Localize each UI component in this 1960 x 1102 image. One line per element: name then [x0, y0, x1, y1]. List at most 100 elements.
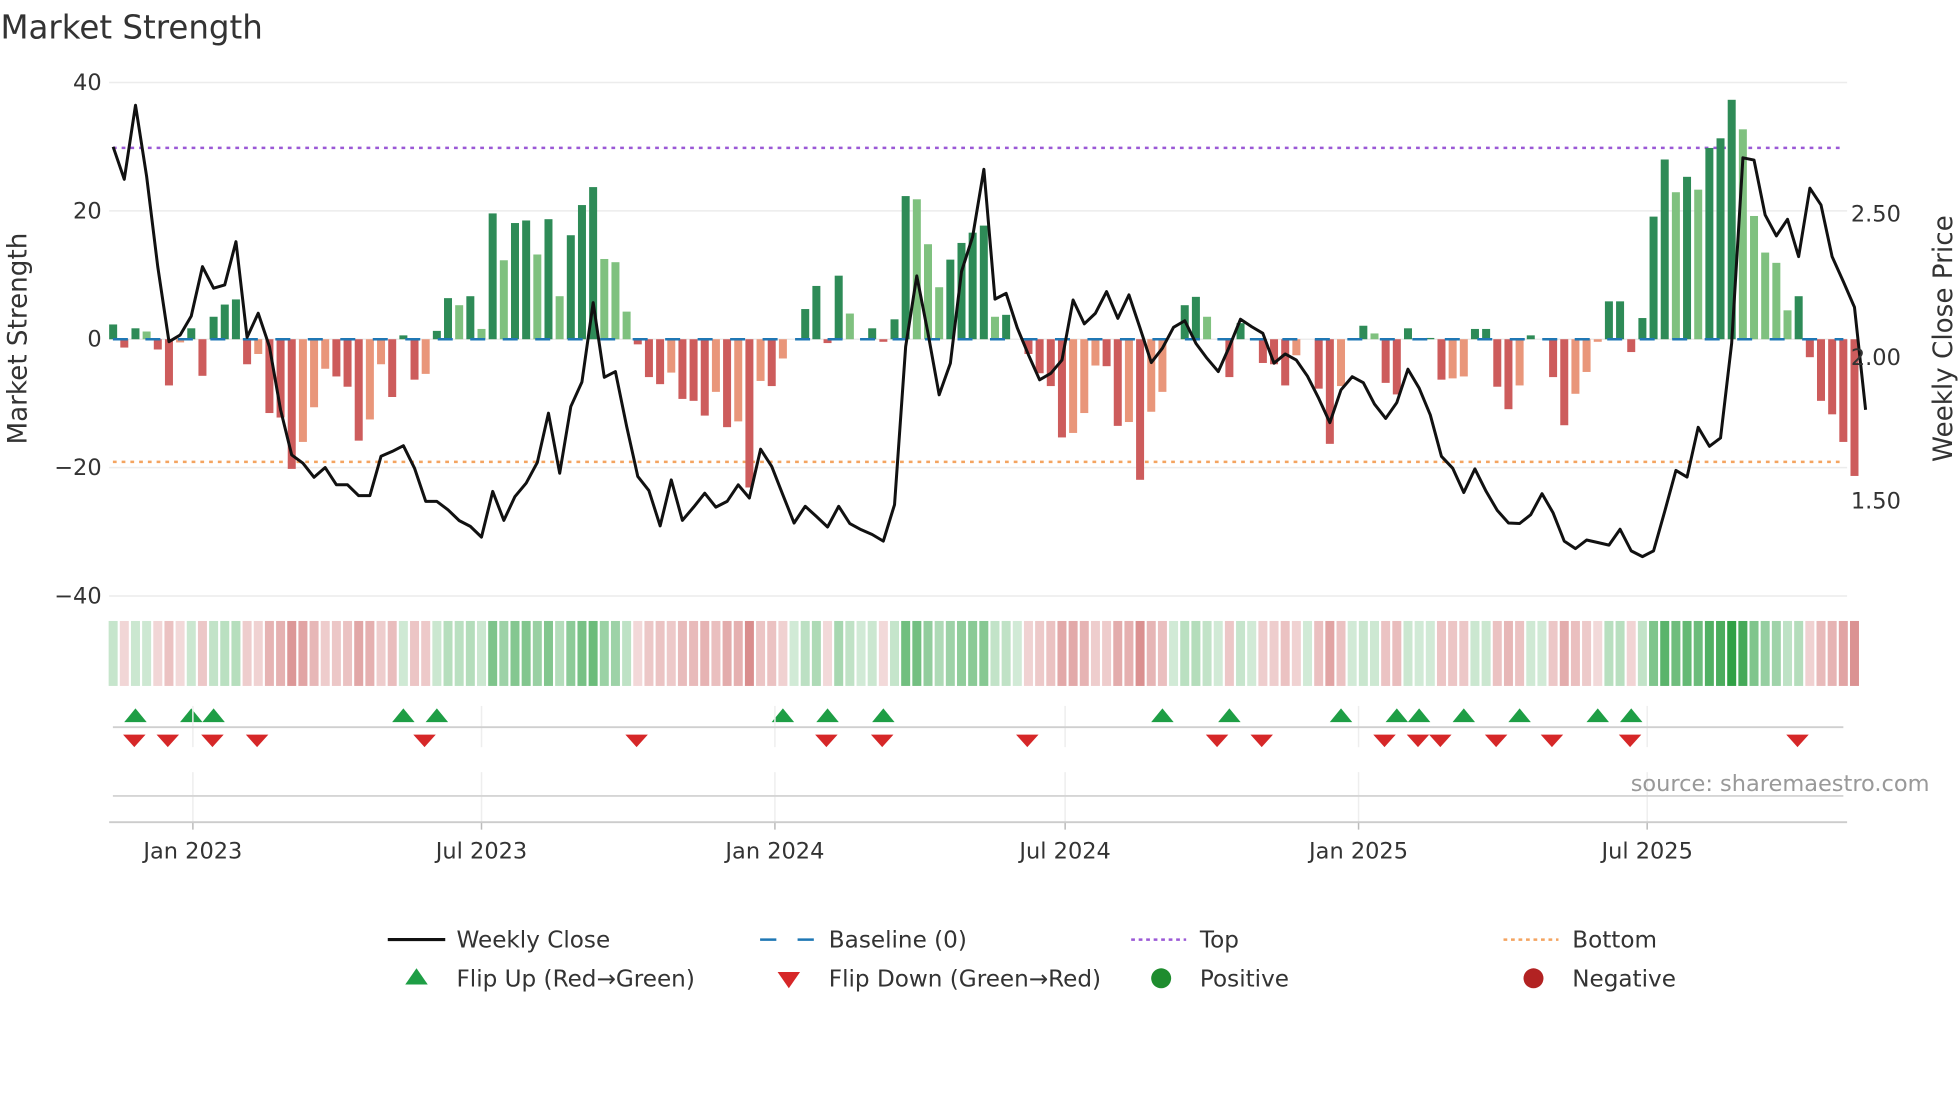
- positive-strength-bar: [488, 213, 497, 340]
- positive-strength-bar: [109, 324, 118, 340]
- x-tick-label: Jul 2025: [1599, 838, 1692, 864]
- heat-strip-cell: [1816, 620, 1826, 686]
- heat-strip-cell: [521, 620, 531, 686]
- heat-strip-cell: [1515, 620, 1525, 686]
- positive-strength-bar: [577, 205, 586, 340]
- heat-strip-cell: [454, 620, 464, 686]
- negative-strength-bar: [1582, 339, 1591, 372]
- positive-strength-bar: [1750, 215, 1759, 340]
- heat-strip-cell: [655, 620, 665, 686]
- heat-strip-cell: [1001, 620, 1011, 686]
- heat-strip-cell: [1794, 620, 1804, 686]
- positive-strength-bar: [600, 258, 609, 340]
- positive-strength-bar: [1616, 301, 1625, 340]
- negative-strength-bar: [1549, 339, 1558, 378]
- negative-strength-bar: [1281, 339, 1290, 386]
- heat-strip-cell: [1481, 620, 1491, 686]
- heat-strip-cell: [1035, 620, 1045, 686]
- heat-strip-cell: [543, 620, 553, 686]
- negative-strength-bar: [1292, 339, 1301, 356]
- heat-strip-cell: [119, 620, 129, 686]
- heat-strip-cell: [778, 620, 788, 686]
- heat-strip-cell: [979, 620, 989, 686]
- positive-strength-bar: [544, 219, 553, 340]
- y2-tick-label: 1.50: [1851, 489, 1901, 515]
- heat-strip-cell: [1202, 620, 1212, 686]
- heat-strip-cell: [744, 620, 754, 686]
- positive-strength-bar: [1705, 147, 1714, 340]
- flip-up-marker: [1508, 708, 1531, 723]
- heat-strip-cell: [1448, 620, 1458, 686]
- positive-strength-bar: [1203, 316, 1212, 340]
- negative-strength-bar: [1448, 339, 1457, 379]
- negative-strength-bar: [1080, 339, 1089, 414]
- heat-strip-cell: [209, 620, 219, 686]
- positive-strength-bar: [1649, 216, 1658, 340]
- heat-strip-cell: [142, 620, 152, 686]
- positive-strength-bar: [1660, 159, 1669, 340]
- heat-strip-cell: [633, 620, 643, 686]
- positive-strength-bar: [466, 296, 475, 340]
- heat-strip-cell: [722, 620, 732, 686]
- heat-strip-cell: [834, 620, 844, 686]
- positive-strength-bar: [1470, 328, 1479, 340]
- heat-strip-cell: [510, 620, 520, 686]
- negative-strength-bar: [1816, 339, 1825, 401]
- positive-strength-bar: [1002, 314, 1011, 340]
- heat-strip-cell: [1336, 620, 1346, 686]
- negative-strength-bar: [1102, 339, 1111, 367]
- positive-strength-bar: [1683, 176, 1692, 340]
- heat-strip-cell: [1682, 620, 1692, 686]
- positive-strength-bar: [510, 223, 519, 340]
- flip-down-marker: [815, 734, 838, 748]
- negative-strength-bar: [243, 339, 252, 365]
- heat-strip-cell: [1805, 620, 1815, 686]
- heat-strip-cell: [566, 620, 576, 686]
- x-axis: Jan 2023 Jul 2023 Jan 2024 Jul 2024 Jan 2025…: [109, 705, 1848, 864]
- heat-strip-cell: [1102, 620, 1112, 686]
- heat-strip-cell: [264, 620, 274, 686]
- heat-strip-cell: [1291, 620, 1301, 686]
- heat-strip-cell: [599, 620, 609, 686]
- legend: Weekly Close Baseline (0) Top Bottom Flip Up…: [387, 928, 1676, 992]
- negative-strength-bar: [365, 339, 374, 420]
- heat-strip-cell: [1146, 620, 1156, 686]
- negative-strength-bar: [410, 339, 419, 380]
- flip-down-marker: [1205, 734, 1229, 748]
- positive-strength-bar: [901, 196, 910, 340]
- positive-strength-bar: [1671, 192, 1680, 340]
- y-axis-label: Market Strength: [4, 233, 34, 445]
- negative-strength-bar: [1504, 339, 1513, 410]
- positive-strength-bar: [1370, 333, 1379, 340]
- negative-strength-bar: [723, 339, 732, 428]
- y2-axis-label: Weekly Close Price: [1929, 215, 1959, 462]
- negative-strength-bar: [1593, 339, 1602, 342]
- negative-strength-bar: [1515, 339, 1524, 386]
- negative-strength-bar: [1571, 339, 1580, 394]
- negative-strength-bar: [388, 339, 397, 397]
- negative-strength-bar: [1113, 339, 1122, 426]
- heat-strip-cell: [175, 620, 185, 686]
- negative-strength-bar: [1392, 339, 1401, 395]
- heat-strip-cell: [1124, 620, 1134, 686]
- heat-strip-cell: [365, 620, 375, 686]
- heat-strip-cell: [1012, 620, 1022, 686]
- heat-strip-cell: [1236, 620, 1246, 686]
- heat-strip-cell: [1738, 620, 1748, 686]
- heat-strip-cell: [845, 620, 855, 686]
- heat-strip-cell: [164, 620, 174, 686]
- negative-strength-bar: [164, 339, 173, 386]
- heat-strip-cell: [1704, 620, 1714, 686]
- legend-label: Top: [1199, 928, 1239, 954]
- positive-strength-bar: [946, 259, 955, 340]
- positive-strength-bar: [209, 316, 218, 340]
- heat-strip-cell: [253, 620, 263, 686]
- heat-strip-cell: [1671, 620, 1681, 686]
- legend-label: Weekly Close: [456, 928, 610, 954]
- heat-strip-cell: [1582, 620, 1592, 686]
- negative-strength-bar: [700, 339, 709, 416]
- heat-strip-cell: [1213, 620, 1223, 686]
- positive-strength-bar: [1772, 262, 1781, 340]
- negative-strength-bar: [1493, 339, 1502, 387]
- positive-strength-bar: [1761, 252, 1770, 340]
